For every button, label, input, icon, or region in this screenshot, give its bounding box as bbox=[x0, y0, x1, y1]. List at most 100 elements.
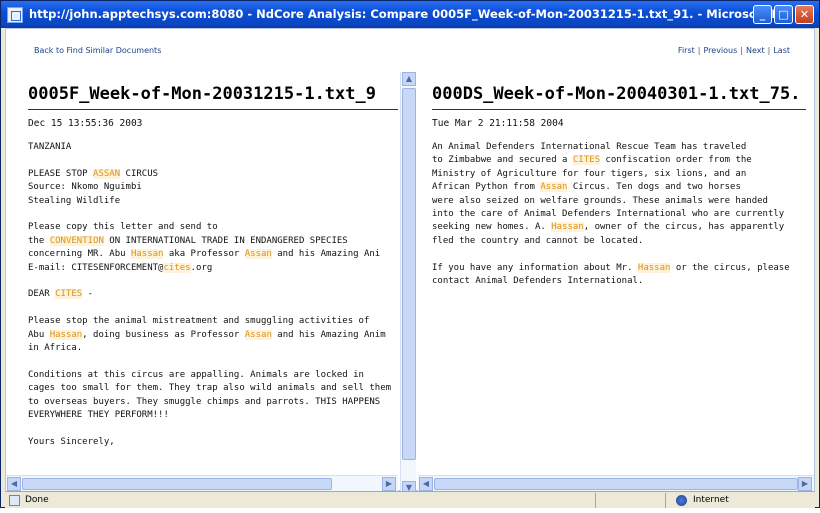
body-text: and his Amazing Anim bbox=[271, 329, 386, 340]
window-title: http://john.apptechsys.com:8080 - NdCore… bbox=[29, 7, 789, 21]
body-text: concerning MR. Abu bbox=[28, 249, 131, 260]
first-link[interactable]: First bbox=[678, 46, 695, 55]
body-line bbox=[28, 275, 398, 288]
close-button[interactable]: ✕ bbox=[795, 5, 814, 24]
scroll-right-arrow-icon[interactable]: ▶ bbox=[798, 477, 812, 491]
status-divider bbox=[665, 493, 666, 508]
scroll-up-arrow-icon[interactable]: ▲ bbox=[402, 72, 416, 86]
scroll-left-arrow-icon[interactable]: ◀ bbox=[7, 477, 21, 491]
title-bar[interactable]: http://john.apptechsys.com:8080 - NdCore… bbox=[1, 1, 819, 28]
body-text: .org bbox=[190, 262, 213, 273]
previous-link[interactable]: Previous bbox=[703, 46, 737, 55]
highlighted-term: Hassan bbox=[637, 262, 671, 273]
body-line: Conditions at this circus are appalling.… bbox=[28, 369, 398, 382]
body-text: An Animal Defenders International Rescue… bbox=[432, 142, 747, 152]
body-text: If you have any information about Mr. bbox=[432, 262, 638, 273]
separator: | bbox=[767, 46, 771, 55]
body-text: fled the country and cannot be located. bbox=[432, 235, 644, 246]
highlighted-term: CITES bbox=[55, 289, 83, 300]
body-text: or the circus, please bbox=[670, 262, 790, 273]
minimize-button[interactable]: _ bbox=[753, 5, 772, 24]
body-line: Ministry of Agriculture for four tigers,… bbox=[432, 168, 806, 181]
body-line: EVERYWHERE THEY PERFORM!!! bbox=[28, 409, 398, 422]
body-line bbox=[28, 423, 398, 436]
globe-icon bbox=[676, 495, 687, 506]
browser-window: http://john.apptechsys.com:8080 - NdCore… bbox=[0, 0, 820, 508]
body-line: TANZANIA bbox=[28, 141, 398, 154]
highlighted-term: CITES bbox=[572, 155, 600, 166]
body-text: confiscation order from the bbox=[599, 155, 752, 166]
status-bar: Done Internet bbox=[5, 491, 815, 508]
body-line: cages too small for them. They trap also… bbox=[28, 382, 398, 395]
body-line: Abu Hassan, doing business as Professor … bbox=[28, 329, 398, 342]
body-line: to Zimbabwe and secured a CITES confisca… bbox=[432, 154, 806, 167]
body-text: TANZANIA bbox=[28, 142, 72, 152]
scroll-thumb[interactable] bbox=[434, 478, 798, 490]
body-line: contact Animal Defenders International. bbox=[432, 275, 806, 288]
last-link[interactable]: Last bbox=[773, 46, 790, 55]
body-line: concerning MR. Abu Hassan aka Professor … bbox=[28, 248, 398, 261]
status-text: Done bbox=[25, 495, 49, 505]
body-line: E-mail: CITESENFORCEMENT@cites.org bbox=[28, 262, 398, 275]
body-text: Ministry of Agriculture for four tigers,… bbox=[432, 168, 747, 179]
body-text: , owner of the circus, has apparently bbox=[583, 222, 785, 233]
body-line: If you have any information about Mr. Ha… bbox=[432, 262, 806, 275]
body-text: to Zimbabwe and secured a bbox=[432, 155, 573, 166]
body-line bbox=[28, 356, 398, 369]
body-text: into the care of Animal Defenders Intern… bbox=[432, 209, 785, 220]
highlighted-term: CONVENTION bbox=[49, 235, 104, 246]
scroll-left-arrow-icon[interactable]: ◀ bbox=[419, 477, 433, 491]
body-line: DEAR CITES - bbox=[28, 288, 398, 301]
left-document-pane: 0005F_Week-of-Mon-20031215-1.txt_9 Dec 1… bbox=[28, 84, 398, 480]
scroll-right-arrow-icon[interactable]: ▶ bbox=[382, 477, 396, 491]
right-document-title: 000DS_Week-of-Mon-20040301-1.txt_75. bbox=[432, 84, 806, 110]
body-line bbox=[432, 248, 806, 261]
left-document-date: Dec 15 13:55:36 2003 bbox=[28, 118, 143, 129]
body-text: Stealing Wildlife bbox=[28, 195, 121, 206]
body-text: E-mail: CITESENFORCEMENT@ bbox=[28, 262, 164, 273]
body-line: fled the country and cannot be located. bbox=[432, 235, 806, 248]
maximize-button[interactable]: □ bbox=[774, 5, 793, 24]
body-text: to overseas buyers. They smuggle chimps … bbox=[28, 396, 381, 407]
separator: | bbox=[740, 46, 743, 55]
body-line: Please stop the animal mistreatment and … bbox=[28, 315, 398, 328]
highlighted-term: cites bbox=[163, 262, 191, 273]
body-line: to overseas buyers. They smuggle chimps … bbox=[28, 396, 398, 409]
body-text: Please copy this letter and send to bbox=[28, 222, 218, 233]
highlighted-term: Hassan bbox=[551, 222, 584, 233]
next-link[interactable]: Next bbox=[746, 46, 765, 55]
right-horizontal-scrollbar[interactable]: ◀ ▶ bbox=[418, 475, 814, 491]
status-divider bbox=[595, 493, 596, 508]
body-text: Please stop the animal mistreatment and … bbox=[28, 316, 370, 327]
back-to-find-similar-link[interactable]: Back to Find Similar Documents bbox=[34, 46, 161, 55]
body-text: seeking new homes. A. bbox=[432, 222, 552, 233]
left-horizontal-scrollbar[interactable]: ◀ ▶ bbox=[6, 475, 398, 491]
page-content: Back to Find Similar Documents First | Pre… bbox=[5, 28, 815, 497]
body-text: DEAR bbox=[28, 289, 56, 300]
body-text: were also seized on welfare grounds. The… bbox=[432, 195, 768, 206]
right-document-pane: 000DS_Week-of-Mon-20040301-1.txt_75. Tue… bbox=[432, 84, 806, 480]
highlighted-term: Assan bbox=[244, 329, 272, 340]
body-text: aka Professor bbox=[163, 249, 245, 260]
scroll-thumb[interactable] bbox=[22, 478, 332, 490]
left-vertical-scrollbar[interactable]: ▲ ▼ bbox=[400, 72, 416, 497]
body-line: African Python from Assan Circus. Ten do… bbox=[432, 181, 806, 194]
body-line: into the care of Animal Defenders Intern… bbox=[432, 208, 806, 221]
body-text: Yours Sincerely, bbox=[28, 436, 115, 447]
body-text: Source: Nkomo Nguimbi bbox=[28, 182, 142, 193]
body-line: in Africa. bbox=[28, 342, 398, 355]
separator: | bbox=[697, 46, 701, 55]
body-text: EVERYWHERE THEY PERFORM!!! bbox=[28, 410, 169, 421]
body-text: CIRCUS bbox=[120, 168, 159, 179]
body-line: An Animal Defenders International Rescue… bbox=[432, 141, 806, 154]
page-done-icon bbox=[9, 495, 20, 506]
body-text: ON INTERNATIONAL TRADE IN ENDANGERED SPE… bbox=[103, 235, 348, 246]
scroll-thumb[interactable] bbox=[402, 88, 416, 460]
body-text: and his Amazing Ani bbox=[271, 249, 381, 260]
body-text: cages too small for them. They trap also… bbox=[28, 383, 392, 394]
body-text: PLEASE STOP bbox=[28, 168, 94, 179]
highlighted-term: Hassan bbox=[130, 249, 164, 260]
body-text: contact Animal Defenders International. bbox=[432, 276, 644, 287]
left-document-title: 0005F_Week-of-Mon-20031215-1.txt_9 bbox=[28, 84, 398, 110]
right-document-body: An Animal Defenders International Rescue… bbox=[432, 141, 806, 288]
